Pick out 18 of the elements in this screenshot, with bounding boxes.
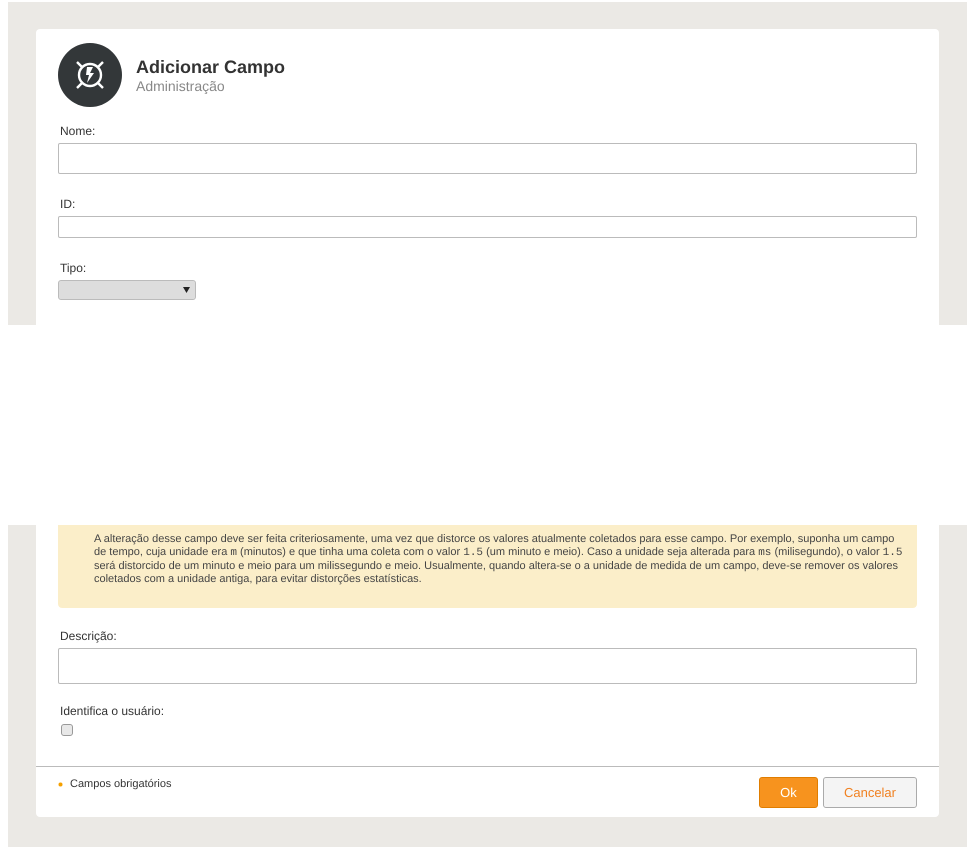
type-select[interactable]	[58, 280, 196, 300]
field-label: ID:	[60, 197, 76, 211]
warning-note: A alteração desse campo deve ser feita criteriosamente, uma vez que distorce os valores atualmente coletados para esse campo. Por exemplo, suponha um campo de tempo, cuja unidade era m (minutos) e que tinha uma coleta com o valor 1.5 (um minuto e meio). Caso a unidade seja alterada para ms (milisegundo), o valor 1.5 será distorcido de um minuto e meio para um milissegundo e meio. Usualmente, quando altera-se o a unidade de medida de um campo, deve-se remover os valores coletados com a unidade antiga, para evitar distorções estatísticas.	[58, 525, 917, 608]
field-label: Nome:	[60, 124, 96, 138]
field-label: Tipo:	[60, 261, 88, 275]
cancel-button[interactable]: Cancelar	[822, 777, 917, 808]
name-field[interactable]	[58, 143, 917, 174]
checkbox[interactable]	[61, 724, 73, 736]
page-title: Adicionar Campo	[136, 56, 286, 78]
field-label: Descrição:	[60, 629, 118, 643]
field-label: Identifica o usuário:	[60, 704, 166, 718]
ok-button[interactable]: Ok	[758, 777, 818, 808]
page-subtitle: Administração	[136, 78, 226, 94]
caret-icon	[183, 287, 190, 293]
required-note: Campos obrigatórios	[70, 778, 172, 790]
id-field[interactable]	[58, 216, 917, 238]
asterisk-icon	[58, 782, 63, 786]
description-field[interactable]	[58, 648, 917, 684]
